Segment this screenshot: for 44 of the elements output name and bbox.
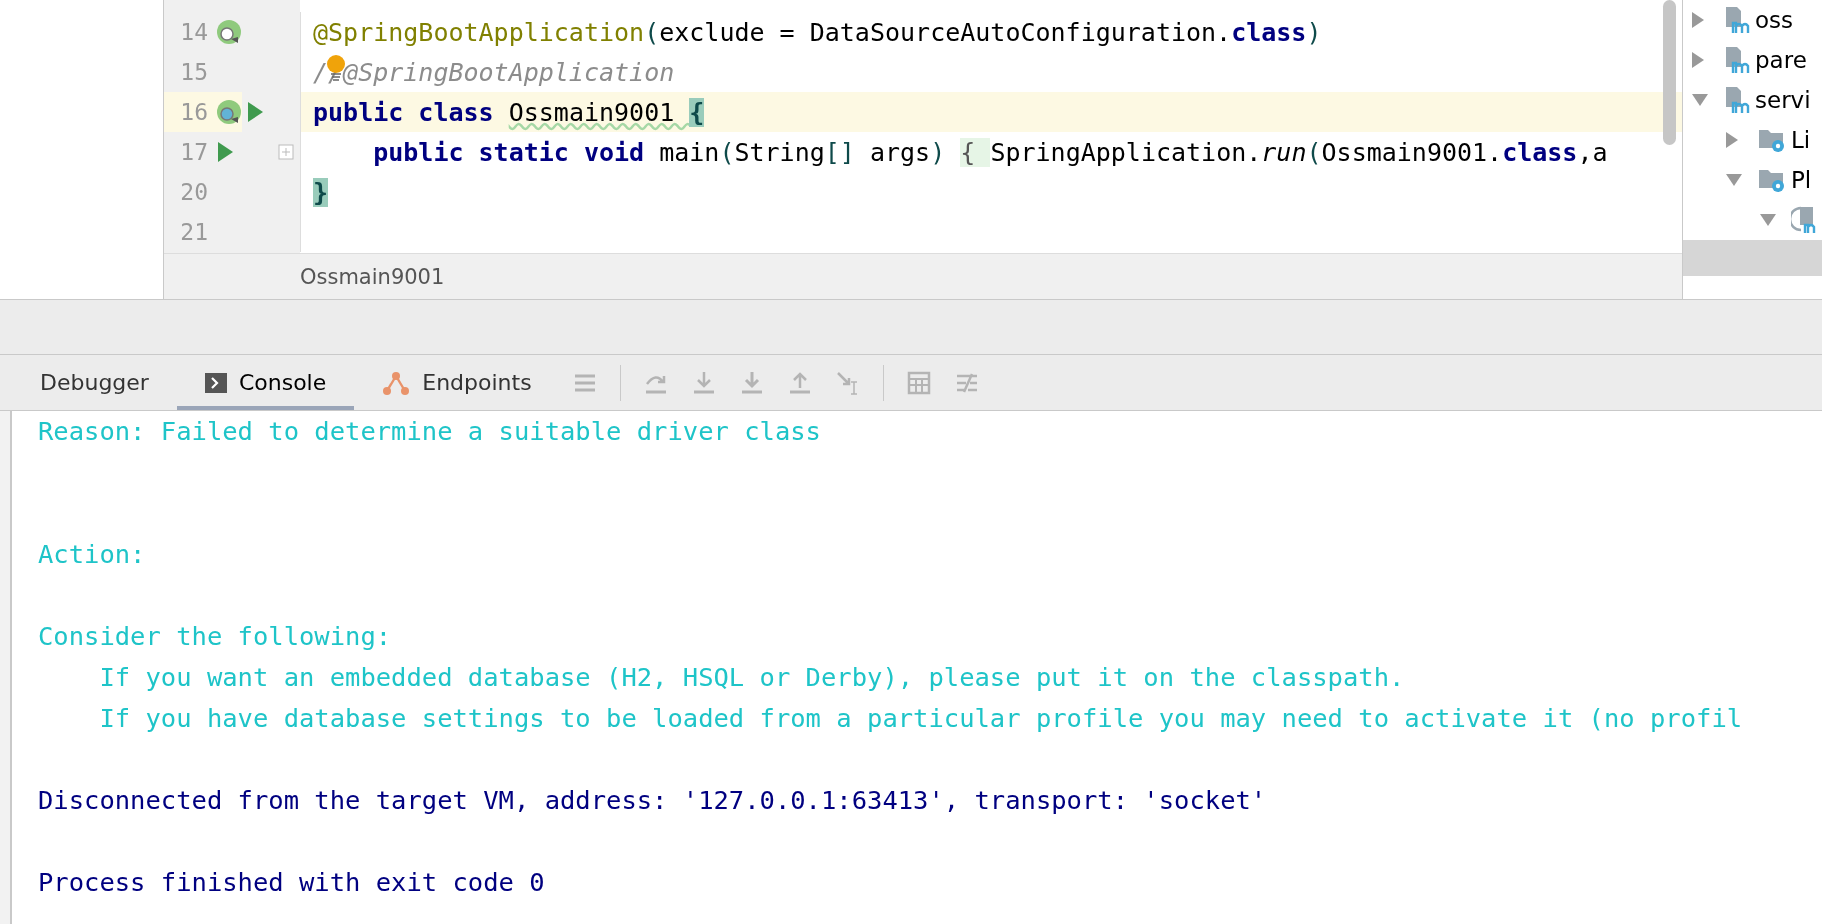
spring-bean-icon[interactable] bbox=[216, 99, 242, 125]
collapse-arrow-icon[interactable] bbox=[1725, 173, 1743, 187]
expand-arrow-icon[interactable] bbox=[1691, 51, 1705, 69]
table-icon[interactable] bbox=[905, 369, 932, 396]
console-line: If you want an embedded database (H2, HSQL or Derby), please put it on the classpath. bbox=[98, 661, 1406, 694]
line-number: 14 bbox=[179, 19, 208, 45]
module-icon bbox=[1723, 85, 1751, 115]
tool-tab[interactable]: Endpoints bbox=[354, 355, 560, 410]
tree-item-label[interactable]: pare bbox=[1755, 47, 1807, 73]
line-number: 21 bbox=[179, 219, 208, 245]
module-icon bbox=[1723, 5, 1751, 35]
breadcrumb[interactable]: Ossmain9001 bbox=[300, 264, 445, 289]
spring-bean-icon[interactable] bbox=[216, 19, 242, 45]
tree-item-label[interactable]: servi bbox=[1755, 87, 1811, 113]
console-icon bbox=[204, 372, 227, 393]
tree-item-label[interactable]: oss bbox=[1755, 7, 1794, 33]
tree-item-label[interactable]: Li bbox=[1791, 127, 1811, 153]
console-line: Action: bbox=[38, 538, 147, 571]
run-icon[interactable] bbox=[246, 101, 264, 123]
code-line: public static void main(String[] args) { SpringApplication.run(Ossmain9001.class,a bbox=[372, 137, 1608, 167]
expand-arrow-icon[interactable] bbox=[1691, 11, 1705, 29]
line-number: 15 bbox=[179, 59, 208, 85]
console-line: Disconnected from the target VM, address: '127.0.0.1:63413', transport: 'socket' bbox=[38, 784, 1268, 817]
code-line: //@SpringBootApplication bbox=[301, 57, 675, 87]
code-line: public class Ossmain9001 { bbox=[312, 97, 705, 127]
code-line: @SpringBootApplication(exclude = DataSourceAutoConfiguration.class) bbox=[312, 17, 1322, 47]
scrollbar-thumb[interactable] bbox=[1663, 0, 1676, 145]
tool-tab[interactable]: Debugger bbox=[12, 355, 177, 410]
tool-tab[interactable]: Console bbox=[176, 355, 355, 410]
fold-icon[interactable] bbox=[278, 144, 294, 160]
tree-item-label[interactable]: Pl bbox=[1791, 167, 1812, 193]
console-line: Reason: Failed to determine a suitable driver class bbox=[38, 415, 822, 448]
console-line: Process finished with exit code 0 bbox=[38, 866, 546, 899]
line-number: 16 bbox=[179, 99, 208, 125]
console-line: If you have database settings to be loaded from a particular profile you may need to activate it (no profil bbox=[98, 702, 1743, 735]
line-number: 20 bbox=[179, 179, 208, 205]
collapse-arrow-icon[interactable] bbox=[1759, 213, 1777, 227]
expand-arrow-icon[interactable] bbox=[1725, 131, 1739, 149]
module-icon bbox=[1723, 45, 1751, 75]
run-icon[interactable] bbox=[216, 141, 234, 163]
endpoints-icon bbox=[382, 369, 411, 396]
line-number: 17 bbox=[179, 139, 208, 165]
console-line: Consider the following: bbox=[38, 620, 393, 653]
collapse-arrow-icon[interactable] bbox=[1691, 93, 1709, 107]
